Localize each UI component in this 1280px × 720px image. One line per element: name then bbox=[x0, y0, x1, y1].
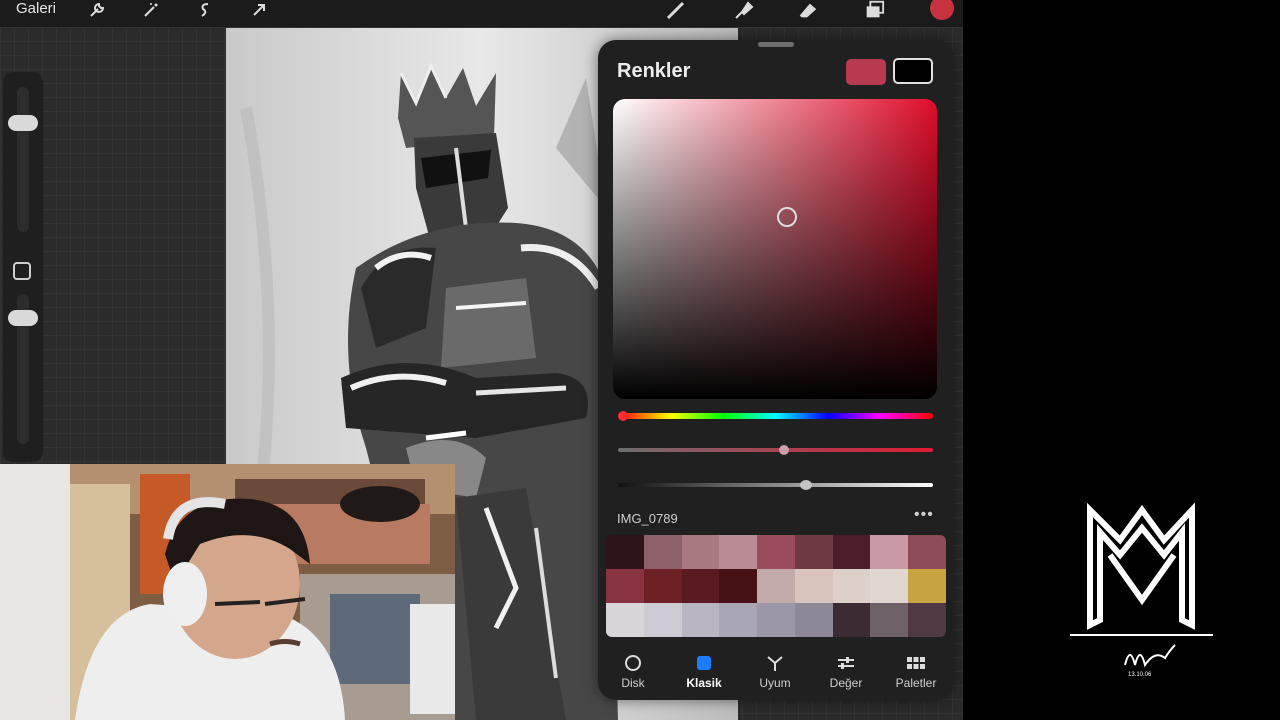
disk-icon bbox=[603, 654, 663, 672]
palette-swatch[interactable] bbox=[606, 603, 644, 637]
brightness-slider[interactable] bbox=[618, 483, 933, 487]
palette-swatch[interactable] bbox=[908, 535, 946, 569]
tab-label: Paletler bbox=[895, 676, 937, 690]
streamer-webcam-image bbox=[0, 464, 455, 720]
tab-label: Uyum bbox=[759, 676, 791, 690]
selection-s-icon[interactable] bbox=[194, 0, 216, 20]
transform-arrow-icon[interactable] bbox=[248, 0, 270, 20]
palette-swatch[interactable] bbox=[832, 603, 871, 637]
palette-swatch[interactable] bbox=[606, 569, 644, 603]
color-dot-icon[interactable] bbox=[929, 0, 955, 20]
procreate-app: Galeri Renkler IMG_0789 ••• Disk Klasik … bbox=[0, 0, 963, 720]
palette-swatch[interactable] bbox=[719, 569, 758, 603]
palette-swatch[interactable] bbox=[643, 535, 682, 569]
palettes-grid-icon bbox=[886, 654, 946, 672]
tab-disk[interactable]: Disk bbox=[603, 654, 663, 690]
brush-size-slider[interactable] bbox=[8, 115, 38, 131]
palette-swatch[interactable] bbox=[643, 603, 682, 637]
palette-swatch[interactable] bbox=[794, 569, 833, 603]
eraser-icon[interactable] bbox=[797, 0, 819, 20]
primary-color-swatch[interactable] bbox=[846, 59, 886, 85]
tab-label: Değer bbox=[829, 676, 863, 690]
palette-swatch[interactable] bbox=[606, 535, 644, 569]
palette-swatch[interactable] bbox=[757, 535, 795, 569]
palette-swatch[interactable] bbox=[719, 535, 758, 569]
palette-swatch[interactable] bbox=[908, 569, 946, 603]
saturation-slider-thumb[interactable] bbox=[779, 445, 789, 455]
colors-panel: Renkler IMG_0789 ••• Disk Klasik Uyum De… bbox=[598, 40, 954, 700]
palette-swatch[interactable] bbox=[870, 603, 909, 637]
modify-button[interactable] bbox=[13, 262, 31, 280]
brightness-slider-thumb[interactable] bbox=[800, 480, 812, 490]
palette-swatch[interactable] bbox=[794, 535, 833, 569]
color-picker-cursor[interactable] bbox=[777, 207, 797, 227]
harmony-icon bbox=[745, 654, 805, 672]
tab-klasik[interactable]: Klasik bbox=[674, 654, 734, 690]
tab-label: Klasik bbox=[686, 676, 722, 690]
magic-wand-icon[interactable] bbox=[140, 0, 162, 20]
palette-swatch[interactable] bbox=[870, 569, 909, 603]
palette-swatch[interactable] bbox=[681, 603, 720, 637]
palette-swatch[interactable] bbox=[643, 569, 682, 603]
saturation-brightness-picker[interactable] bbox=[613, 99, 937, 399]
left-sidebar bbox=[3, 72, 43, 462]
colors-panel-title: Renkler bbox=[617, 60, 691, 82]
palette-name: IMG_0789 bbox=[617, 511, 678, 526]
gallery-button[interactable]: Galeri bbox=[16, 0, 56, 18]
saturation-slider[interactable] bbox=[618, 448, 933, 452]
layers-icon[interactable] bbox=[863, 0, 885, 20]
hue-slider-thumb[interactable] bbox=[618, 411, 628, 421]
palette-swatch-grid bbox=[606, 535, 946, 637]
palette-swatch[interactable] bbox=[681, 569, 720, 603]
palette-swatch[interactable] bbox=[908, 603, 946, 637]
brush-size-track[interactable] bbox=[17, 87, 29, 232]
palette-swatch[interactable] bbox=[681, 535, 720, 569]
palette-swatch[interactable] bbox=[757, 603, 795, 637]
panel-drag-handle[interactable] bbox=[758, 42, 794, 47]
current-color-dot bbox=[930, 0, 954, 20]
tab-deger[interactable]: Değer bbox=[816, 654, 876, 690]
palette-swatch[interactable] bbox=[832, 569, 871, 603]
palette-swatch[interactable] bbox=[832, 535, 871, 569]
logo-date: 13.10.06 bbox=[1128, 672, 1152, 678]
tab-paletler[interactable]: Paletler bbox=[886, 654, 946, 690]
opacity-slider[interactable] bbox=[8, 310, 38, 326]
tab-uyum[interactable]: Uyum bbox=[745, 654, 805, 690]
mm-logo-icon bbox=[1070, 502, 1213, 668]
value-sliders-icon bbox=[816, 654, 876, 672]
palette-swatch[interactable] bbox=[719, 603, 758, 637]
channel-logo: 13.10.06 bbox=[1070, 500, 1213, 690]
color-mode-tabs: Disk Klasik Uyum Değer Paletler bbox=[598, 646, 954, 696]
palette-more-button[interactable]: ••• bbox=[914, 506, 934, 524]
palette-swatch[interactable] bbox=[757, 569, 795, 603]
classic-square-icon bbox=[674, 654, 734, 672]
tab-label: Disk bbox=[621, 676, 645, 690]
top-toolbar: Galeri bbox=[0, 0, 963, 27]
wrench-icon[interactable] bbox=[86, 0, 108, 20]
palette-swatch[interactable] bbox=[794, 603, 833, 637]
webcam-overlay bbox=[0, 464, 455, 720]
hue-slider[interactable] bbox=[618, 413, 933, 419]
brush-icon[interactable] bbox=[665, 0, 687, 20]
secondary-color-swatch[interactable] bbox=[893, 58, 933, 84]
smudge-icon[interactable] bbox=[732, 0, 754, 20]
palette-swatch[interactable] bbox=[870, 535, 909, 569]
